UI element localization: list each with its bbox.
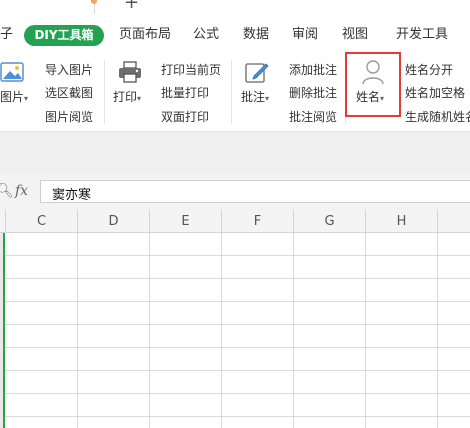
column-header-next[interactable] bbox=[437, 210, 470, 233]
menu-item-developer[interactable]: 开发工具 bbox=[396, 27, 448, 43]
function-fx-icon[interactable]: fx bbox=[15, 183, 28, 199]
add-comment-button[interactable]: 添加批注 bbox=[289, 63, 337, 77]
grid-hline bbox=[5, 278, 470, 279]
grid-hline bbox=[5, 255, 470, 256]
comment-browse-button[interactable]: 批注阅览 bbox=[289, 110, 337, 124]
grid-hline bbox=[5, 301, 470, 302]
menu-item-formulas[interactable]: 公式 bbox=[193, 27, 219, 43]
menu-item-diy-toolbox[interactable]: DIY工具箱 bbox=[24, 25, 104, 46]
column-header-d[interactable]: D bbox=[77, 210, 149, 233]
grid-hline bbox=[5, 393, 470, 394]
grid-vline bbox=[365, 233, 366, 428]
picture-browse-button[interactable]: 图片阅览 bbox=[45, 110, 93, 124]
menu-bar: 子 DIY工具箱 页面布局 公式 数据 审阅 视图 开发工具 bbox=[0, 14, 470, 54]
column-header-g[interactable]: G bbox=[293, 210, 365, 233]
import-picture-button[interactable]: 导入图片 bbox=[45, 63, 93, 77]
name-split-button[interactable]: 姓名分开 bbox=[405, 63, 453, 77]
ribbon-separator bbox=[231, 60, 232, 124]
menu-item-view[interactable]: 视图 bbox=[342, 27, 368, 43]
delete-comment-button[interactable]: 删除批注 bbox=[289, 86, 337, 100]
grid-vline bbox=[77, 233, 78, 428]
column-header-h[interactable]: H bbox=[365, 210, 437, 233]
grid-vline bbox=[149, 233, 150, 428]
random-name-button[interactable]: 生成随机姓名 bbox=[405, 110, 470, 124]
select-screenshot-button[interactable]: 选区截图 bbox=[45, 86, 93, 100]
new-tab-button[interactable]: + bbox=[124, 0, 139, 12]
column-header-c[interactable]: C bbox=[5, 210, 77, 233]
grid-hline bbox=[5, 370, 470, 371]
name-button-highlight bbox=[345, 52, 401, 117]
column-header-e[interactable]: E bbox=[149, 210, 221, 233]
menu-item-page-layout[interactable]: 页面布局 bbox=[119, 27, 171, 43]
document-tab[interactable] bbox=[0, 0, 95, 14]
column-header-row: C D E F G H bbox=[0, 210, 470, 233]
formula-value: 窦亦寒 bbox=[52, 188, 92, 203]
print-button[interactable]: 打印▾ bbox=[113, 90, 141, 106]
grid-vline bbox=[437, 233, 438, 428]
picture-button[interactable]: 图片▾ bbox=[0, 90, 28, 106]
ribbon-separator bbox=[104, 60, 105, 124]
search-icon[interactable]: 🔍︎ bbox=[0, 183, 14, 199]
duplex-print-button[interactable]: 双面打印 bbox=[161, 110, 209, 124]
comment-button[interactable]: 批注▾ bbox=[241, 90, 269, 106]
document-tab-strip: + bbox=[0, 0, 470, 14]
grid-hline bbox=[5, 347, 470, 348]
column-header-f[interactable]: F bbox=[221, 210, 293, 233]
name-add-space-button[interactable]: 姓名加空格 bbox=[405, 86, 465, 100]
comment-pencil-icon[interactable] bbox=[244, 59, 270, 85]
grid-vline bbox=[221, 233, 222, 428]
grid-vline bbox=[293, 233, 294, 428]
spreadsheet-grid[interactable]: C D E F G H bbox=[0, 210, 470, 428]
picture-icon[interactable] bbox=[0, 60, 26, 84]
grid-hline bbox=[5, 416, 470, 417]
formula-bar: 🔍︎ fx 窦亦寒 bbox=[0, 174, 470, 210]
menu-item-review[interactable]: 审阅 bbox=[292, 27, 318, 43]
printer-icon[interactable] bbox=[117, 60, 143, 84]
grid-hline bbox=[5, 324, 470, 325]
menu-item-data[interactable]: 数据 bbox=[243, 27, 269, 43]
ribbon-bottom-area bbox=[0, 132, 470, 174]
unsaved-dot-icon bbox=[91, 0, 97, 4]
selected-column-edge bbox=[0, 233, 5, 428]
menu-item-partial[interactable]: 子 bbox=[0, 27, 13, 43]
batch-print-button[interactable]: 批量打印 bbox=[161, 86, 209, 100]
print-current-page-button[interactable]: 打印当前页 bbox=[161, 63, 221, 77]
formula-input[interactable]: 窦亦寒 bbox=[40, 180, 470, 203]
